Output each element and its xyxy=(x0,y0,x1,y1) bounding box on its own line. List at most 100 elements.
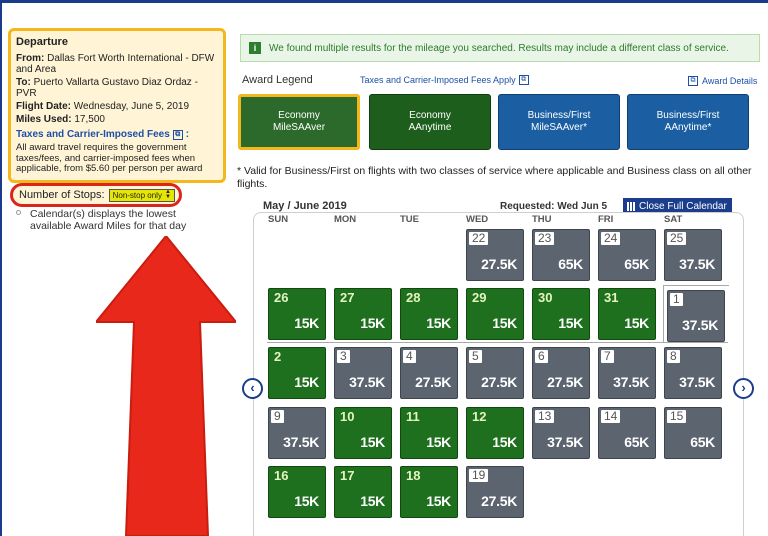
weekday-label: SAT xyxy=(664,214,683,225)
calendar-day-cell[interactable]: 29 15K xyxy=(466,288,524,340)
day-miles: 27.5K xyxy=(547,374,583,390)
calendar-day-cell[interactable]: 7 37.5K xyxy=(598,347,656,399)
calendar-day-cell[interactable]: 25 37.5K xyxy=(664,229,722,281)
day-number: 12 xyxy=(472,409,487,424)
calendar-day-cell[interactable]: 8 37.5K xyxy=(664,347,722,399)
day-number: 10 xyxy=(340,409,355,424)
calendar-day-cell[interactable]: 13 37.5K xyxy=(532,407,590,459)
calendar-day-cell[interactable]: 28 15K xyxy=(400,288,458,340)
day-miles: 15K xyxy=(492,315,517,331)
calendar-day-cell[interactable]: 11 15K xyxy=(400,407,458,459)
day-miles: 37.5K xyxy=(679,374,715,390)
trip-date: Flight Date: Wednesday, June 5, 2019 xyxy=(16,101,218,112)
week-separator xyxy=(663,285,664,342)
stops-selected-value: Non-stop only xyxy=(112,190,162,200)
award-details-link[interactable]: ⧉ Award Details xyxy=(688,76,757,86)
award-option-button[interactable]: Economy MileSAAver xyxy=(238,94,360,150)
day-number: 30 xyxy=(538,290,553,305)
day-miles: 15K xyxy=(294,315,319,331)
calendar-day-cell[interactable]: 31 15K xyxy=(598,288,656,340)
calendar-day-cell[interactable]: 17 15K xyxy=(334,466,392,518)
day-number: 4 xyxy=(403,350,416,363)
fees-link[interactable]: Taxes and Carrier-Imposed Fees ⧉: xyxy=(16,129,218,140)
chevron-right-icon[interactable]: › xyxy=(733,378,754,399)
calendar-day-cell[interactable]: 23 65K xyxy=(532,229,590,281)
fees-text: All award travel requires the government… xyxy=(16,142,203,174)
stops-filter: Number of Stops: Non-stop only ▲ ▼ xyxy=(10,183,182,207)
calendar-day-cell[interactable]: 16 15K xyxy=(268,466,326,518)
trip-title: Departure xyxy=(16,36,68,48)
calendar-day-cell[interactable]: 9 37.5K xyxy=(268,407,326,459)
day-miles: 15K xyxy=(492,434,517,450)
to-label: To: xyxy=(16,77,31,88)
taxes-link-label: Taxes and Carrier-Imposed Fees Apply xyxy=(360,75,516,85)
day-number: 22 xyxy=(469,232,489,245)
award-option-line1: Economy xyxy=(278,110,320,121)
to-value: Puerto Vallarta Gustavo Diaz Ordaz - PVR xyxy=(16,77,198,99)
chevron-left-icon[interactable]: ‹ xyxy=(242,378,263,399)
date-value: Wednesday, June 5, 2019 xyxy=(73,101,190,112)
calendar-day-cell[interactable]: 3 37.5K xyxy=(334,347,392,399)
day-miles: 37.5K xyxy=(349,374,385,390)
calendar-day-cell[interactable]: 1 37.5K xyxy=(667,290,725,342)
calendar-grid-icon xyxy=(627,201,636,211)
banner-text: We found multiple results for the mileag… xyxy=(269,42,729,54)
award-option-line2: AAnytime xyxy=(408,122,452,133)
day-number: 27 xyxy=(340,290,355,305)
day-miles: 65K xyxy=(690,434,715,450)
day-number: 28 xyxy=(406,290,421,305)
award-option-button[interactable]: Business/First AAnytime* xyxy=(627,94,749,150)
calendar-day-cell[interactable]: 4 27.5K xyxy=(400,347,458,399)
calendar-day-cell[interactable]: 15 65K xyxy=(664,407,722,459)
day-miles: 27.5K xyxy=(481,256,517,272)
calendar-day-cell[interactable]: 30 15K xyxy=(532,288,590,340)
day-number: 3 xyxy=(337,350,350,363)
calendar-day-cell[interactable]: 6 27.5K xyxy=(532,347,590,399)
day-miles: 27.5K xyxy=(481,374,517,390)
calendar-day-cell[interactable]: 26 15K xyxy=(268,288,326,340)
award-option-button[interactable]: Business/First MileSAAver* xyxy=(498,94,620,150)
weekday-label: WED xyxy=(466,214,489,225)
stops-select[interactable]: Non-stop only ▲ ▼ xyxy=(108,188,175,202)
day-miles: 15K xyxy=(360,315,385,331)
bullet-icon xyxy=(16,210,21,215)
info-banner: i We found multiple results for the mile… xyxy=(240,34,760,62)
award-option-line1: Business/First xyxy=(527,110,591,121)
day-miles: 15K xyxy=(294,374,319,390)
day-number: 15 xyxy=(667,410,687,423)
day-number: 19 xyxy=(469,469,489,482)
from-label: From: xyxy=(16,53,45,64)
fees-link-label: Taxes and Carrier-Imposed Fees xyxy=(16,129,170,140)
day-miles: 15K xyxy=(624,315,649,331)
award-option-button[interactable]: Economy AAnytime xyxy=(369,94,491,150)
day-number: 5 xyxy=(469,350,482,363)
calendar-day-cell[interactable]: 10 15K xyxy=(334,407,392,459)
day-miles: 27.5K xyxy=(481,493,517,509)
calendar-day-cell[interactable]: 12 15K xyxy=(466,407,524,459)
calendar-note-text: Calendar(s) displays the lowest availabl… xyxy=(30,208,187,232)
calendar-day-cell[interactable]: 24 65K xyxy=(598,229,656,281)
day-miles: 15K xyxy=(360,493,385,509)
day-number: 25 xyxy=(667,232,687,245)
day-miles: 15K xyxy=(294,493,319,509)
day-number: 26 xyxy=(274,290,289,305)
calendar-day-cell[interactable]: 27 15K xyxy=(334,288,392,340)
trip-from: From: Dallas Fort Worth International - … xyxy=(16,53,218,75)
day-miles: 65K xyxy=(624,256,649,272)
calendar-day-cell[interactable]: 19 27.5K xyxy=(466,466,524,518)
calendar-day-cell[interactable]: 14 65K xyxy=(598,407,656,459)
day-number: 29 xyxy=(472,290,487,305)
calendar-day-cell[interactable]: 18 15K xyxy=(400,466,458,518)
date-label: Flight Date: xyxy=(16,101,71,112)
calendar-day-cell[interactable]: 2 15K xyxy=(268,347,326,399)
day-number: 31 xyxy=(604,290,619,305)
day-miles: 15K xyxy=(426,434,451,450)
day-miles: 37.5K xyxy=(547,434,583,450)
close-calendar-label: Close Full Calendar xyxy=(639,200,727,212)
calendar-day-cell[interactable]: 22 27.5K xyxy=(466,229,524,281)
calendar-day-cell[interactable]: 5 27.5K xyxy=(466,347,524,399)
week-separator xyxy=(267,342,728,343)
close-calendar-button[interactable]: Close Full Calendar xyxy=(623,198,732,213)
taxes-fees-link[interactable]: Taxes and Carrier-Imposed Fees Apply ⧉ xyxy=(360,75,529,85)
day-number: 2 xyxy=(274,349,282,364)
